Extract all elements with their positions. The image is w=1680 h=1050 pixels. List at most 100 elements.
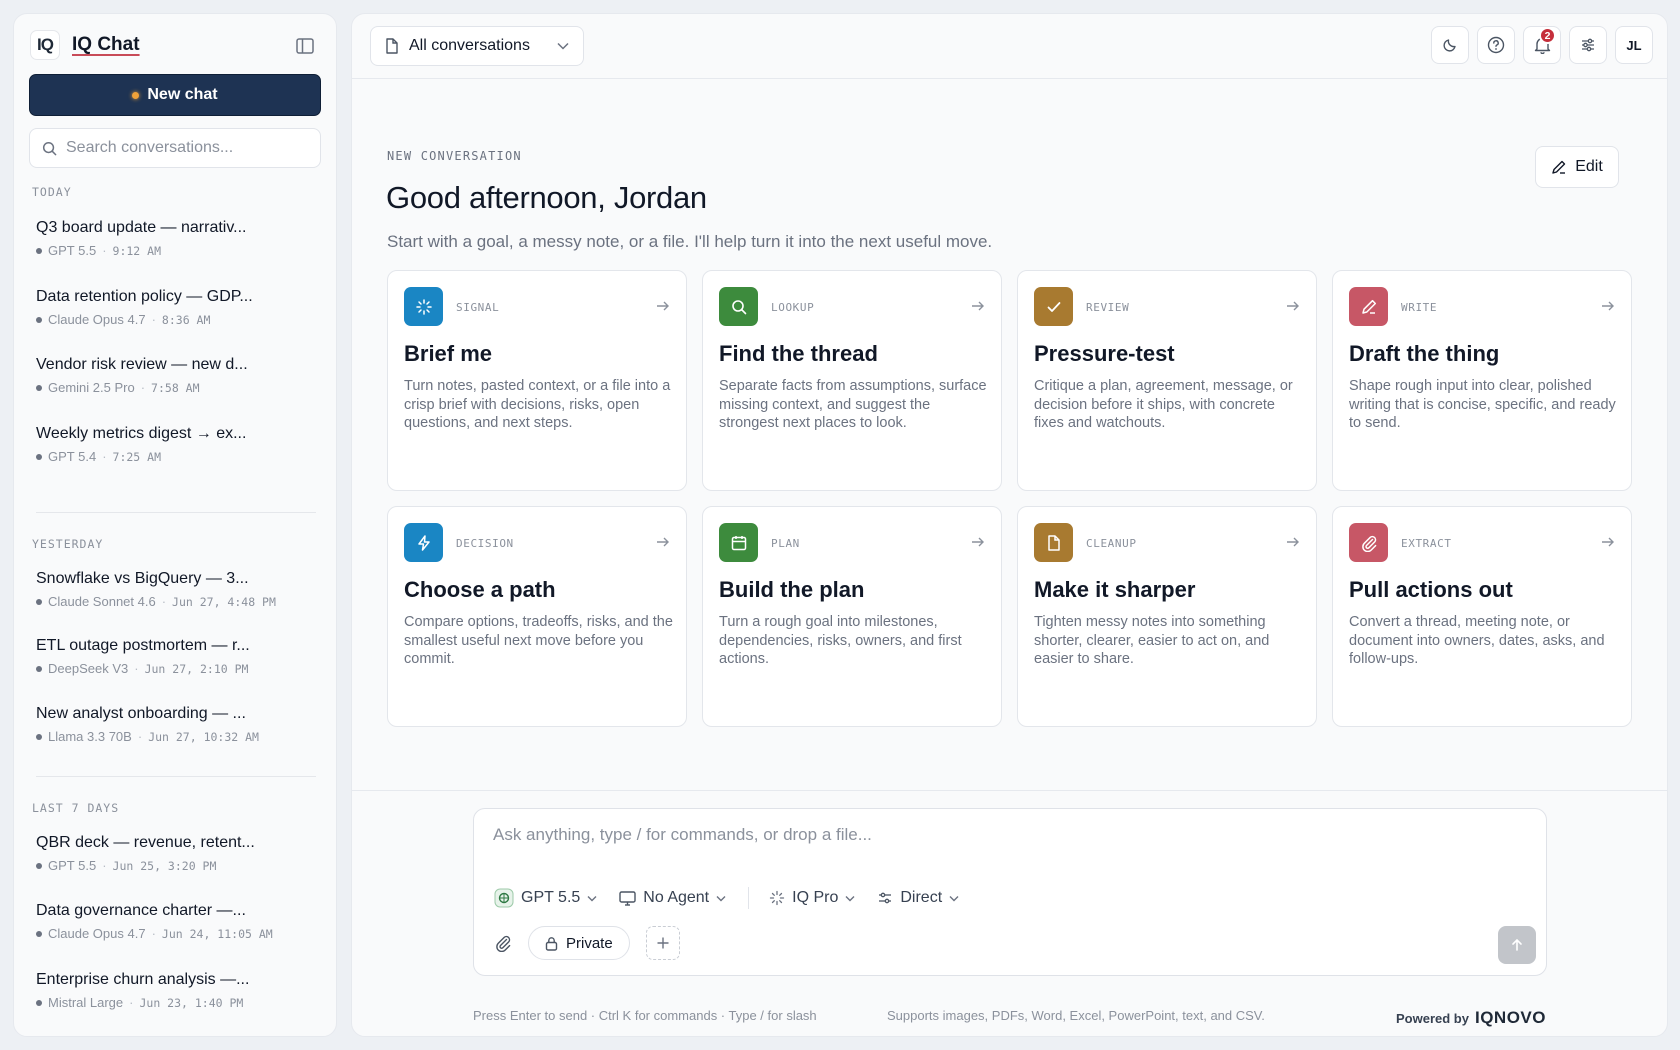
mode-selector[interactable]: Direct xyxy=(877,889,959,907)
card-icon-box xyxy=(404,287,443,326)
card-description: Critique a plan, agreement, message, or … xyxy=(1034,378,1293,431)
card-icon-box xyxy=(404,523,443,562)
prompt-card-draft-the-thing[interactable]: WRITE Draft the thing Shape rough input … xyxy=(1332,270,1632,491)
conversation-model: Claude Sonnet 4.6 xyxy=(48,594,156,609)
conversation-time: Jun 25, 3:20 PM xyxy=(112,858,217,873)
section-divider xyxy=(36,776,316,777)
attach-paperclip-icon[interactable] xyxy=(494,934,512,952)
sidebar-toggle-icon[interactable] xyxy=(296,38,314,54)
powered-by: Powered by IQNOVO xyxy=(1396,1008,1546,1028)
model-dot-icon xyxy=(36,598,42,605)
conversation-title: Snowflake vs BigQuery — 3... xyxy=(36,570,249,587)
help-button[interactable] xyxy=(1477,26,1515,64)
card-icon-box xyxy=(1034,523,1073,562)
card-icon-box xyxy=(719,287,758,326)
conversation-item[interactable]: Weekly metrics digest → ex... GPT 5.4 · 7:… xyxy=(36,425,316,464)
prompt-card-brief-me[interactable]: SIGNAL Brief me Turn notes, pasted conte… xyxy=(387,270,687,491)
prompt-card-find-the-thread[interactable]: LOOKUP Find the thread Separate facts fr… xyxy=(702,270,1002,491)
conversation-item[interactable]: Q3 board update — narrativ... GPT 5.5 · 9:… xyxy=(36,219,316,258)
settings-button[interactable] xyxy=(1569,26,1607,64)
edit-button[interactable]: Edit xyxy=(1535,146,1619,188)
conversation-time: Jun 23, 1:40 PM xyxy=(139,995,244,1010)
lock-icon xyxy=(545,936,558,951)
arrow-right-icon xyxy=(972,301,984,311)
prompt-card-choose-a-path[interactable]: DECISION Choose a path Compare options, … xyxy=(387,506,687,727)
conversation-model: GPT 5.5 xyxy=(48,243,97,258)
mode-label: Direct xyxy=(900,889,943,906)
sidebar: IQ IQ Chat New chat TODAY Q3 board updat… xyxy=(13,13,337,1037)
chevron-down-icon xyxy=(716,895,726,901)
arrow-right-icon xyxy=(657,301,669,311)
notifications-button[interactable]: 2 xyxy=(1523,26,1561,64)
model-dot-icon xyxy=(36,384,42,391)
supported-files-note: Supports images, PDFs, Word, Excel, Powe… xyxy=(887,1008,1265,1023)
conversation-item[interactable]: ETL outage postmortem — r... DeepSeek V3… xyxy=(36,637,316,676)
arrow-right-icon xyxy=(1287,301,1299,311)
agent-selector[interactable]: No Agent xyxy=(619,889,726,907)
private-toggle-button[interactable]: Private xyxy=(528,926,630,960)
sliders-icon xyxy=(879,892,892,904)
conversation-title: Enterprise churn analysis —... xyxy=(36,971,250,988)
card-tag: CLEANUP xyxy=(1086,537,1137,550)
section-label-today: TODAY xyxy=(32,185,72,199)
conversation-item[interactable]: Data retention policy — GDP... Claude Op… xyxy=(36,288,316,327)
tier-selector[interactable]: IQ Pro xyxy=(769,889,855,907)
pencil-icon xyxy=(1361,299,1376,314)
conversation-title: New analyst onboarding — ... xyxy=(36,705,246,722)
card-tag: LOOKUP xyxy=(771,301,815,314)
message-input[interactable] xyxy=(493,825,1493,845)
help-icon xyxy=(1487,36,1505,54)
conversation-model: DeepSeek V3 xyxy=(48,661,129,676)
chevron-down-icon xyxy=(557,42,569,50)
conversation-time: 8:36 AM xyxy=(161,312,211,327)
conversation-time: Jun 27, 10:32 AM xyxy=(148,729,259,744)
card-icon-box xyxy=(719,523,758,562)
conversation-item[interactable]: New analyst onboarding — ... Llama 3.3 7… xyxy=(36,705,316,744)
card-tag: EXTRACT xyxy=(1401,537,1452,550)
conversation-item[interactable]: Data governance charter —... Claude Opus… xyxy=(36,902,316,941)
user-avatar[interactable]: JL xyxy=(1615,26,1653,64)
card-title: Draft the thing xyxy=(1349,341,1500,366)
new-chat-label: New chat xyxy=(147,86,218,103)
prompt-card-build-the-plan[interactable]: PLAN Build the plan Turn a rough goal in… xyxy=(702,506,1002,727)
prompt-card-pressure-test[interactable]: REVIEW Pressure-test Critique a plan, ag… xyxy=(1017,270,1317,491)
send-button[interactable] xyxy=(1498,926,1536,964)
conversation-item[interactable]: Enterprise churn analysis —... Mistral L… xyxy=(36,971,316,1010)
model-selector[interactable]: GPT 5.5 xyxy=(494,888,597,908)
card-title: Build the plan xyxy=(719,577,865,602)
status-dot-icon xyxy=(132,91,140,99)
brand[interactable]: IQ IQ Chat xyxy=(30,30,140,60)
card-description: Tighten messy notes into something short… xyxy=(1034,614,1270,667)
arrow-right-icon xyxy=(657,537,669,547)
add-button[interactable] xyxy=(645,926,680,960)
conversation-model: Llama 3.3 70B xyxy=(48,729,132,744)
conversation-filter-label: All conversations xyxy=(409,37,530,54)
brand-name: IQ Chat xyxy=(72,34,140,55)
conversation-filter-dropdown[interactable]: All conversations xyxy=(370,26,584,66)
card-title: Choose a path xyxy=(404,577,556,602)
search-icon xyxy=(42,141,57,155)
card-tag: REVIEW xyxy=(1086,301,1130,314)
card-title: Find the thread xyxy=(719,341,878,366)
conversation-time: 7:25 AM xyxy=(112,449,161,464)
conversation-title: Data retention policy — GDP... xyxy=(36,288,253,305)
model-dot-icon xyxy=(36,733,42,740)
prompt-card-make-it-sharper[interactable]: CLEANUP Make it sharper Tighten messy no… xyxy=(1017,506,1317,727)
chevron-down-icon xyxy=(845,895,855,901)
model-dot-icon xyxy=(36,862,42,869)
chevron-down-icon xyxy=(949,895,959,901)
conversation-title: ETL outage postmortem — r... xyxy=(36,637,250,654)
iqnovo-logo: IQNOVO xyxy=(1474,1008,1546,1027)
new-chat-button[interactable]: New chat xyxy=(29,74,321,116)
theme-toggle-button[interactable] xyxy=(1431,26,1469,64)
card-description: Turn a rough goal into milestones, depen… xyxy=(719,614,962,667)
card-tag: PLAN xyxy=(771,537,800,550)
document-icon xyxy=(386,38,398,54)
conversation-item[interactable]: Snowflake vs BigQuery — 3... Claude Sonn… xyxy=(36,570,316,609)
search-input[interactable] xyxy=(66,139,306,157)
arrow-up-icon xyxy=(1512,938,1522,951)
conversation-item[interactable]: QBR deck — revenue, retent... GPT 5.5 · Ju… xyxy=(36,834,316,873)
conversation-title: Weekly metrics digest → ex... xyxy=(36,425,247,442)
conversation-item[interactable]: Vendor risk review — new d... Gemini 2.5… xyxy=(36,356,316,395)
prompt-card-pull-actions-out[interactable]: EXTRACT Pull actions out Convert a threa… xyxy=(1332,506,1632,727)
